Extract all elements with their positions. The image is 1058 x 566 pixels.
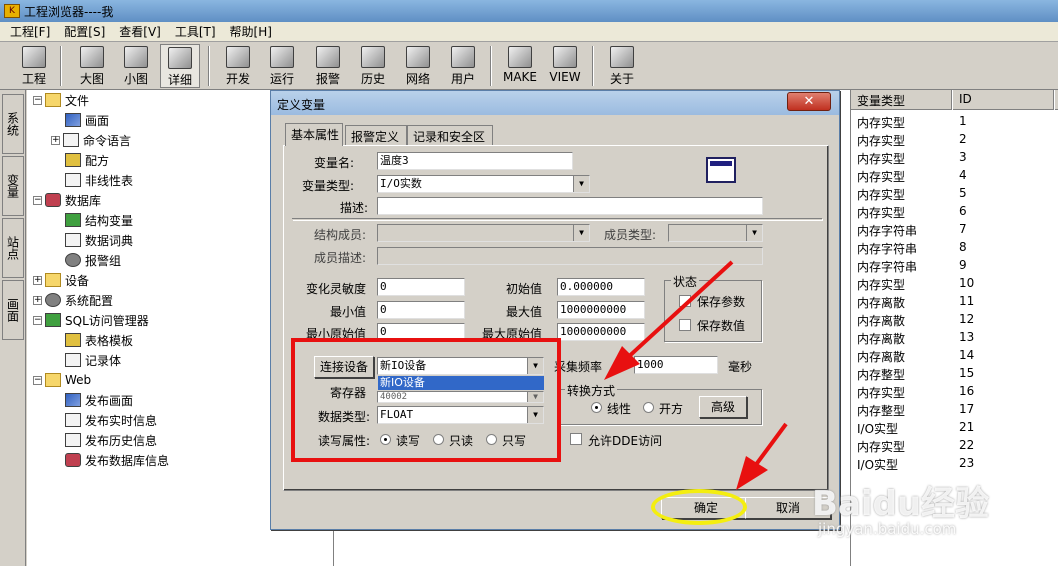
watermark-logo: Baidu经验 <box>812 484 990 524</box>
arrow-to-ok <box>753 422 788 468</box>
arrow-to-dropdown <box>623 260 734 362</box>
tab-basic[interactable]: 基本属性 <box>285 123 343 146</box>
arrow-head <box>736 456 768 490</box>
watermark-site: jingyan.baidu.com <box>818 520 957 538</box>
